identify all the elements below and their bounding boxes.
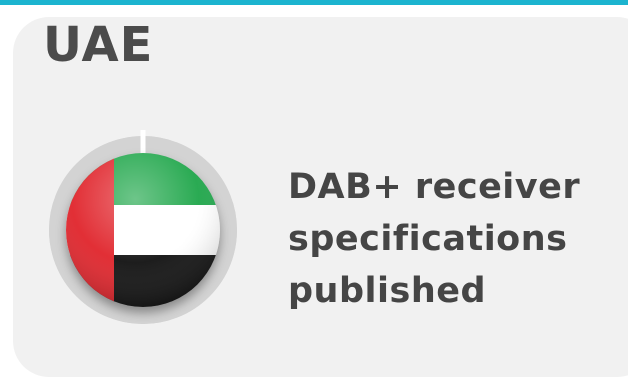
status-text: DAB+ receiver specifications published (288, 161, 618, 317)
status-line: published (288, 271, 487, 311)
top-accent-bar (0, 0, 628, 5)
uae-flag-icon (66, 153, 220, 307)
status-line: specifications (288, 219, 568, 259)
country-title: UAE (43, 17, 154, 73)
status-line: DAB+ receiver (288, 167, 581, 207)
flag-gloss (66, 153, 220, 307)
